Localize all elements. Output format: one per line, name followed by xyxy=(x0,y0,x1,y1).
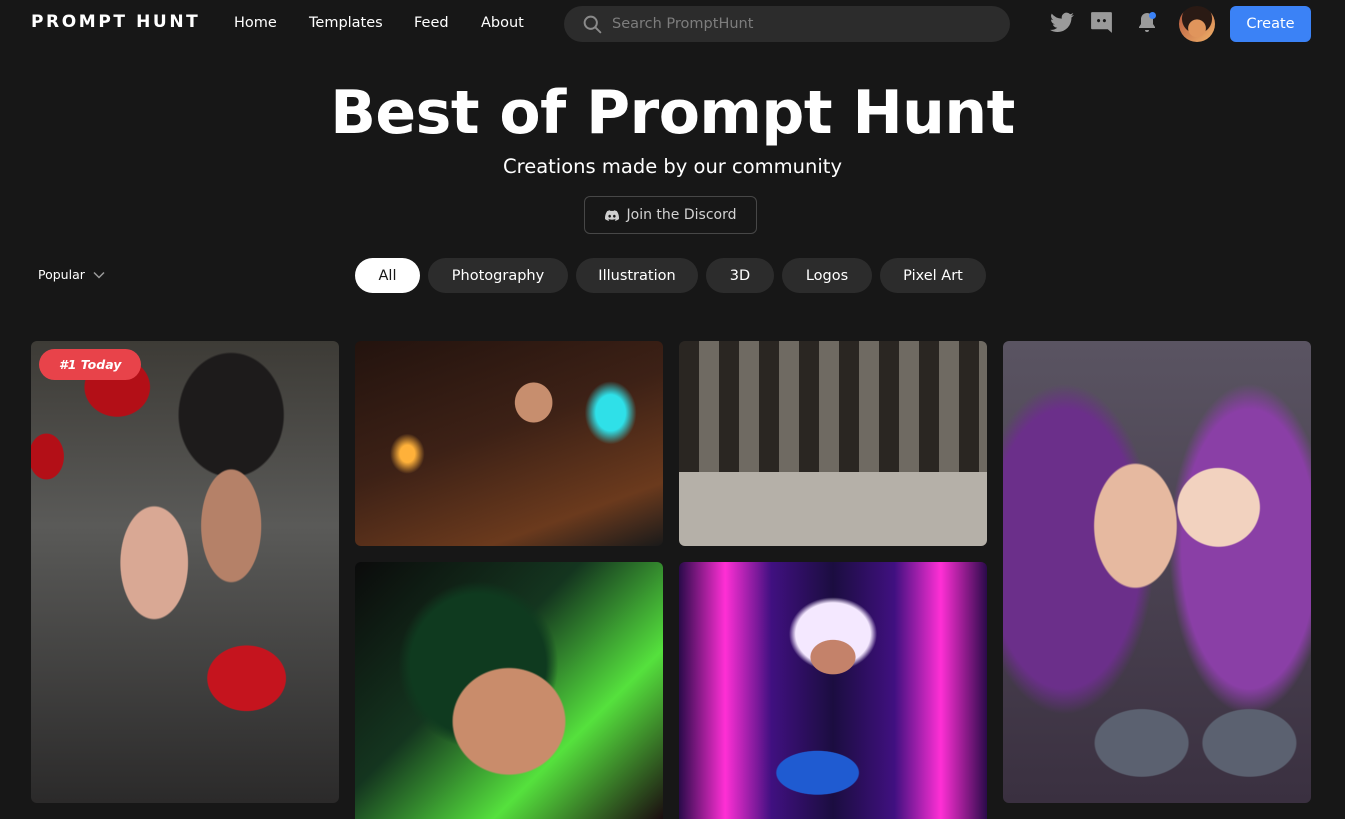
join-discord-button[interactable]: Join the Discord xyxy=(584,196,757,234)
search-bar xyxy=(564,6,1010,42)
search-input[interactable] xyxy=(612,6,992,42)
create-button[interactable]: Create xyxy=(1230,6,1311,42)
gallery-item-purple-haired-woman[interactable] xyxy=(1003,341,1311,803)
chevron-down-icon xyxy=(93,271,105,279)
sort-dropdown[interactable]: Popular xyxy=(38,267,105,282)
top-today-badge: #1 Today xyxy=(39,349,142,380)
filter-illustration[interactable]: Illustration xyxy=(576,258,698,293)
nav-templates[interactable]: Templates xyxy=(309,15,383,31)
user-avatar[interactable] xyxy=(1179,6,1215,42)
bell-icon[interactable] xyxy=(1135,10,1159,36)
gallery-item-green-makeup-portrait[interactable] xyxy=(355,562,663,819)
gallery-item-industrial-factory[interactable] xyxy=(679,341,987,546)
nav-about[interactable]: About xyxy=(481,15,524,31)
gallery-item-neon-cyberpunk-girl[interactable] xyxy=(679,562,987,819)
page-subtitle: Creations made by our community xyxy=(503,155,842,178)
discord-icon xyxy=(604,209,619,221)
logo[interactable]: PROMPT HUNT xyxy=(31,12,200,32)
notification-dot xyxy=(1149,12,1156,19)
gallery-item-couple-with-roses[interactable]: #1 Today xyxy=(31,341,339,803)
gallery-item-woman-at-glowing-laptop[interactable] xyxy=(355,341,663,546)
filter-pixel-art[interactable]: Pixel Art xyxy=(880,258,986,293)
nav-feed[interactable]: Feed xyxy=(414,15,449,31)
join-discord-label: Join the Discord xyxy=(626,207,737,223)
filter-3d[interactable]: 3D xyxy=(706,258,774,293)
search-icon xyxy=(583,15,602,34)
nav-home[interactable]: Home xyxy=(234,15,277,31)
sort-label: Popular xyxy=(38,267,85,282)
twitter-icon[interactable] xyxy=(1049,10,1075,36)
discord-icon[interactable] xyxy=(1089,10,1114,35)
filter-logos[interactable]: Logos xyxy=(782,258,872,293)
page-title: Best of Prompt Hunt xyxy=(330,78,1015,148)
top-navbar: PROMPT HUNT Home Templates Feed About Cr… xyxy=(0,0,1345,48)
filter-photography[interactable]: Photography xyxy=(428,258,568,293)
filter-all[interactable]: All xyxy=(355,258,420,293)
